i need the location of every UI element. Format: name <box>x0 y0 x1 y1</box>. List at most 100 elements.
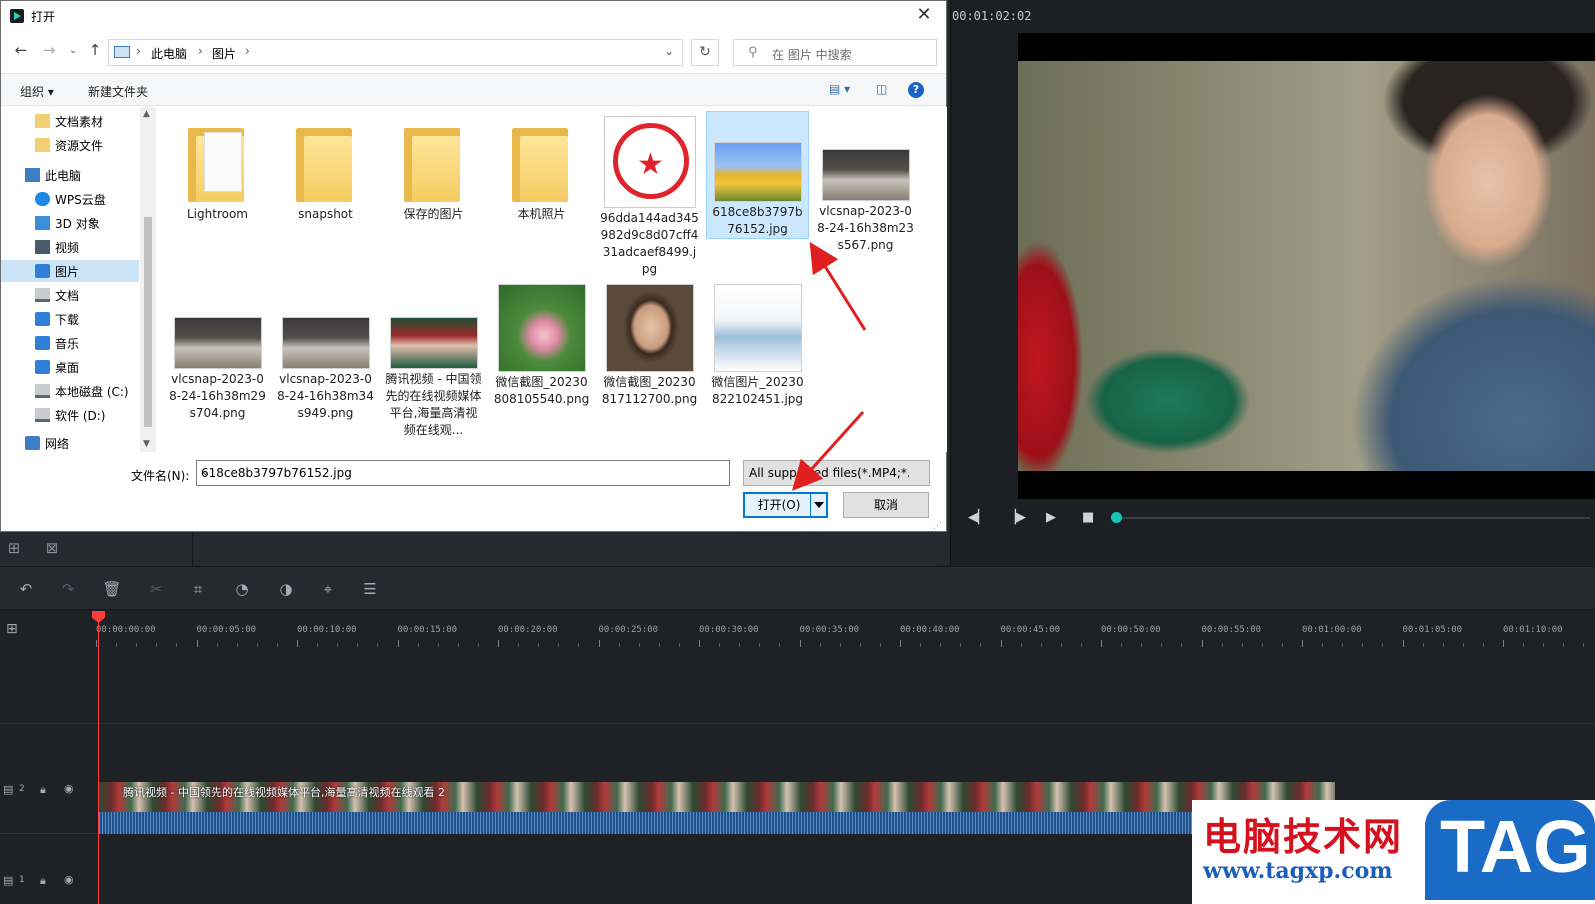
ruler-tick-major <box>1503 640 1504 647</box>
next-frame-icon[interactable]: ▕▶ <box>1006 510 1026 525</box>
adjust-icon[interactable]: ☰ <box>360 579 380 599</box>
sidebar-item[interactable]: WPS云盘 <box>1 188 139 210</box>
sidebar-item[interactable]: 桌面 <box>1 356 139 378</box>
preview-progress-track[interactable] <box>1115 517 1590 519</box>
timeline-ruler[interactable]: ⊞ 00:00:00:00 00:00:05:00 00:00:10:00 00:00… <box>0 611 1595 647</box>
file-name-input[interactable]: 618ce8b3797b76152.jpg ⌄ <box>196 460 730 486</box>
ruler-tick-major <box>1402 640 1404 647</box>
stop-icon[interactable]: ■ <box>1082 510 1094 525</box>
ruler-tick-label: 00:00:00:00 <box>96 625 156 635</box>
scroll-up-icon[interactable]: ▲ <box>143 109 150 119</box>
file-item[interactable]: 微信截图_20230817112700.png <box>598 279 701 408</box>
recent-dropdown-icon[interactable]: ⌄ <box>63 46 83 56</box>
ruler-tick-label: 00:00:45:00 <box>1000 625 1061 635</box>
speed-icon[interactable]: ◔ <box>232 579 252 599</box>
folder-item[interactable]: snapshot <box>274 111 377 223</box>
file-item[interactable]: vlcsnap-2023-08-24-16h38m34s949.png <box>274 279 377 422</box>
file-item[interactable]: 微信截图_20230808105540.png <box>490 279 593 408</box>
preview-progress-knob[interactable] <box>1111 512 1122 523</box>
breadcrumb[interactable]: › 此电脑 › 图片 › ⌄ <box>108 39 683 66</box>
ruler-tick-major <box>96 640 97 647</box>
breadcrumb-item[interactable]: 图片 <box>212 45 236 62</box>
close-icon[interactable]: ✕ <box>912 4 936 25</box>
open-button[interactable]: 打开(O) <box>743 492 828 518</box>
open-dropdown-icon[interactable] <box>810 494 826 516</box>
lock-icon[interactable]: 🔒︎ <box>40 874 46 888</box>
sidebar-item[interactable]: 网络 <box>1 432 139 452</box>
image-thumbnail <box>389 317 478 369</box>
sidebar-item[interactable]: 资源文件 <box>1 134 139 156</box>
lock-icon[interactable]: 🔒︎ <box>40 783 46 797</box>
view-options-icon[interactable]: ▤ ▾ <box>829 82 850 96</box>
sidebar-item[interactable]: 3D 对象 <box>1 212 139 234</box>
undo-icon[interactable]: ↶ <box>16 579 36 599</box>
file-item[interactable]: ★ 96dda144ad345982d9c8d07cff431adcaef8499… <box>598 111 701 278</box>
nav-scrollbar[interactable]: ▲ ▼ <box>140 107 156 452</box>
resize-grip-icon[interactable]: ⋰ <box>933 521 942 531</box>
file-item[interactable]: 腾讯视频 - 中国领先的在线视频媒体平台,海量高清视频在线观... <box>382 279 485 439</box>
folder-icon <box>282 116 370 204</box>
folder-item[interactable]: 保存的图片 <box>382 111 485 223</box>
organize-button[interactable]: 组织 ▾ <box>20 83 54 100</box>
folder-item[interactable]: 本机照片 <box>490 111 593 223</box>
sidebar-item[interactable]: 软件 (D:) <box>1 404 139 426</box>
color-icon[interactable]: ◑ <box>276 579 296 599</box>
image-thumbnail <box>605 284 694 372</box>
sidebar-item-label: 资源文件 <box>55 139 104 153</box>
sidebar-item[interactable]: 视频 <box>1 236 139 258</box>
remove-folder-icon[interactable]: ⊠ <box>42 539 62 557</box>
forward-arrow-icon[interactable]: → <box>39 41 59 59</box>
chevron-down-icon[interactable]: ⌄ <box>201 465 723 478</box>
scroll-thumb[interactable] <box>144 217 152 427</box>
folder-item[interactable]: Lightroom <box>166 111 269 223</box>
file-item[interactable]: 618ce8b3797b76152.jpg <box>706 111 809 239</box>
sidebar-item[interactable]: 音乐 <box>1 332 139 354</box>
search-input[interactable]: ⚲ 在 图片 中搜索 <box>733 39 937 66</box>
file-list: Lightroom snapshot 保存的图片 本机照片 ★ 96dda144ad345… <box>161 107 947 452</box>
sidebar-item-label: 文档素材 <box>55 115 104 129</box>
file-item[interactable]: 微信图片_20230822102451.jpg <box>706 279 809 408</box>
play-icon[interactable]: ▶ <box>1046 510 1056 525</box>
add-folder-icon[interactable]: ⊞ <box>4 539 24 557</box>
add-track-icon[interactable]: ⊞ <box>6 621 18 637</box>
refresh-button[interactable]: ↻ <box>691 39 719 66</box>
back-arrow-icon[interactable]: ← <box>11 41 31 59</box>
ruler-tick-major <box>297 640 298 647</box>
sidebar-item[interactable]: 本地磁盘 (C:) <box>1 380 139 402</box>
chevron-down-icon[interactable]: ⌄ <box>664 44 674 58</box>
file-type-select[interactable]: All supported files(*.MP4;*.FI ⌄ <box>743 460 930 486</box>
split-icon[interactable]: ✂ <box>146 579 166 599</box>
watermark-tag-text: TAG <box>1440 805 1591 888</box>
ruler-tick-label: 00:00:35:00 <box>799 625 860 635</box>
sidebar-item[interactable]: 文档素材 <box>1 110 139 132</box>
video-clip[interactable]: 腾讯视频 - 中国领先的在线视频媒体平台,海量高清视频在线观看 2 <box>99 782 1335 834</box>
download-icon <box>35 312 50 326</box>
eye-icon[interactable]: ◉ <box>64 782 74 795</box>
file-item[interactable]: vlcsnap-2023-08-24-16h38m23s567.png <box>814 111 917 254</box>
new-folder-button[interactable]: 新建文件夹 <box>88 83 148 100</box>
crop-icon[interactable]: ⌗ <box>188 579 208 599</box>
help-icon[interactable]: ? <box>908 82 924 98</box>
sidebar-item[interactable]: 下载 <box>1 308 139 330</box>
prev-frame-icon[interactable]: ◀▏ <box>968 510 988 525</box>
freeze-frame-icon[interactable]: ⌖ <box>318 579 338 599</box>
breadcrumb-item[interactable]: 此电脑 <box>151 45 187 62</box>
eye-icon[interactable]: ◉ <box>64 873 74 886</box>
up-arrow-icon[interactable]: ↑ <box>85 41 105 59</box>
sidebar-item-label: WPS云盘 <box>55 193 106 207</box>
video-frame-image <box>1018 61 1595 471</box>
sidebar-item[interactable]: 此电脑 <box>1 164 139 186</box>
video-preview[interactable] <box>1018 33 1595 499</box>
app-icon <box>10 9 24 23</box>
star-icon: ★ <box>637 147 664 182</box>
playhead-line[interactable] <box>98 613 99 904</box>
preview-pane-icon[interactable]: ◫ <box>876 82 887 96</box>
sidebar-item[interactable]: 文档 <box>1 284 139 306</box>
sidebar-item[interactable]: 图片 <box>1 260 139 282</box>
delete-icon[interactable]: 🗑 <box>102 579 122 599</box>
cancel-button[interactable]: 取消 <box>843 492 929 518</box>
scroll-down-icon[interactable]: ▼ <box>143 439 150 449</box>
app-root: ⊞ ⊠ 00:01:02:02 ◀▏ ▕▶ ▶ ■ ↶ ↷ 🗑 ✂ ⌗ ◔ ◑ … <box>0 0 1595 904</box>
redo-icon[interactable]: ↷ <box>58 579 78 599</box>
file-item[interactable]: vlcsnap-2023-08-24-16h38m29s704.png <box>166 279 269 422</box>
